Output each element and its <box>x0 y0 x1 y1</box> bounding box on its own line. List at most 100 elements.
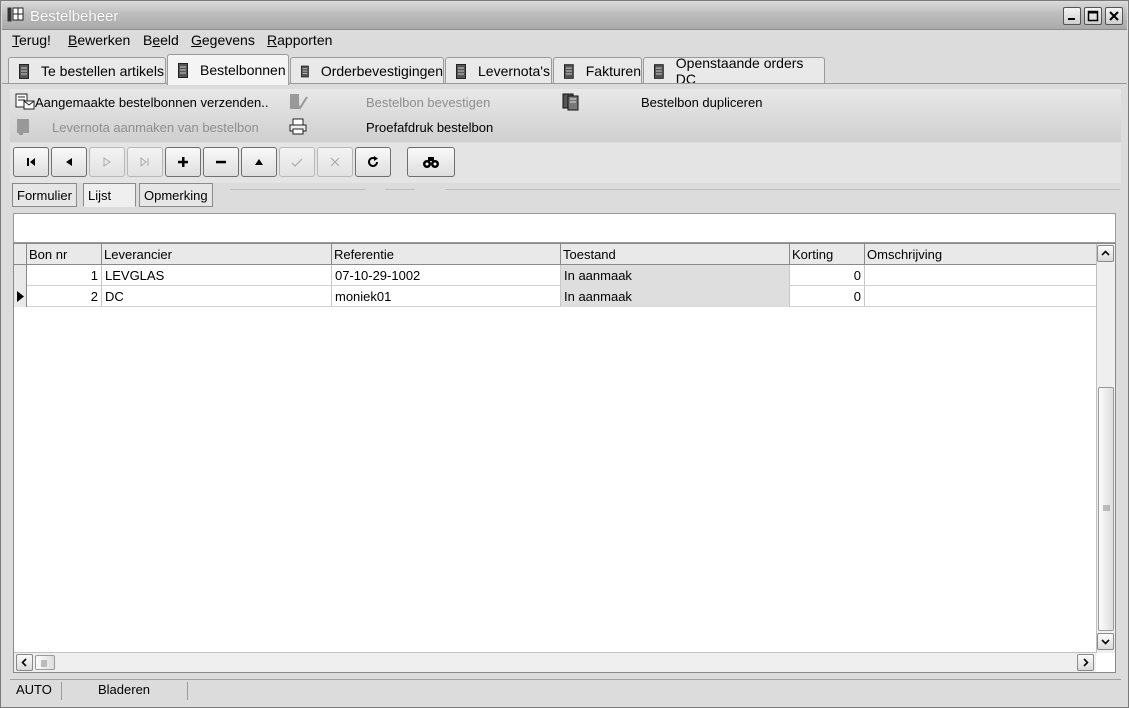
filter-input[interactable] <box>13 213 1116 243</box>
view-tab-opmerking[interactable]: Opmerking <box>139 183 213 207</box>
status-state: Bladeren <box>92 682 188 700</box>
view-tab-lijst[interactable]: Lijst <box>83 183 136 207</box>
menu-rapporten[interactable]: Rapporten <box>267 32 332 48</box>
menu-bewerken[interactable]: Bewerken <box>68 32 130 48</box>
cell-bon-nr[interactable]: 2 <box>27 286 102 307</box>
grid-header: Bon nr Leverancier Referentie Toestand K… <box>14 244 1097 265</box>
grip-icon <box>1103 505 1110 511</box>
divider <box>445 189 1120 190</box>
duplicate-order-action[interactable]: Bestelbon dupliceren <box>561 93 762 111</box>
cell-leverancier[interactable]: LEVGLAS <box>102 265 332 286</box>
tab-openstaande-orders-dc[interactable]: Openstaande orders DC <box>643 55 825 87</box>
confirm-order-action[interactable]: Bestelbon bevestigen <box>288 93 490 111</box>
view-tab-formulier[interactable]: Formulier <box>12 183 77 207</box>
document-icon <box>301 65 309 77</box>
cell-omschrijving[interactable] <box>865 286 1097 307</box>
orders-grid: Bon nr Leverancier Referentie Toestand K… <box>13 243 1116 673</box>
scroll-right-button[interactable] <box>1077 654 1094 671</box>
vertical-scrollbar[interactable] <box>1096 244 1115 653</box>
main-window: Bestelbeheer Terug! Bewerken Beeld Gegev… <box>0 0 1129 708</box>
maximize-button[interactable] <box>1084 7 1102 25</box>
action-label: Proefafdruk bestelbon <box>366 119 494 135</box>
document-icon <box>178 62 188 78</box>
prev-icon <box>66 158 72 166</box>
send-document-icon <box>15 93 35 110</box>
post-icon <box>291 158 303 167</box>
table-row[interactable]: 2 DC moniek01 In aanmaak 0 <box>14 286 1097 307</box>
tab-label: Fakturen <box>585 63 641 79</box>
create-delivery-note-action[interactable]: Levernota aanmaken van bestelbon <box>15 118 259 136</box>
grid-icon <box>7 7 24 22</box>
send-orders-action[interactable]: Aangemaakte bestelbonnen verzenden.. <box>15 93 268 111</box>
printer-icon <box>289 118 307 135</box>
scroll-down-button[interactable] <box>1097 633 1114 650</box>
menu-beeld[interactable]: Beeld <box>143 32 179 48</box>
cell-referentie[interactable]: 07-10-29-1002 <box>332 265 561 286</box>
vertical-scroll-thumb[interactable] <box>1098 387 1114 631</box>
menu-gegevens[interactable]: Gegevens <box>191 32 255 48</box>
column-header-leverancier[interactable]: Leverancier <box>102 244 332 265</box>
tab-bestelbonnen[interactable]: Bestelbonnen <box>167 54 289 85</box>
menu-terug[interactable]: Terug! <box>12 32 51 48</box>
action-label: Bestelbon dupliceren <box>641 94 763 110</box>
horizontal-scrollbar[interactable] <box>14 652 1096 672</box>
proof-print-action[interactable]: Proefafdruk bestelbon <box>288 118 493 136</box>
menu-bar: Terug! Bewerken Beeld Gegevens Rapporten <box>2 30 1127 52</box>
tab-orderbevestigingen[interactable]: Orderbevestigingen <box>290 57 444 84</box>
post-record-button[interactable] <box>279 147 315 177</box>
minimize-button[interactable] <box>1063 7 1081 25</box>
refresh-button[interactable] <box>355 147 391 177</box>
last-icon <box>140 156 149 168</box>
column-header-referentie[interactable]: Referentie <box>332 244 561 265</box>
column-header-omschrijving[interactable]: Omschrijving <box>865 244 1097 265</box>
window-title: Bestelbeheer <box>30 8 119 25</box>
first-record-button[interactable] <box>13 147 49 177</box>
last-record-button[interactable] <box>127 147 163 177</box>
close-button[interactable] <box>1105 7 1123 25</box>
cell-referentie[interactable]: moniek01 <box>332 286 561 307</box>
status-bar: AUTO Bladeren <box>10 679 1121 701</box>
view-tabs: Formulier Lijst Opmerking <box>10 183 1121 209</box>
maximize-icon <box>1087 10 1099 22</box>
scroll-left-button[interactable] <box>16 654 33 671</box>
column-header-korting[interactable]: Korting <box>790 244 865 265</box>
edit-icon <box>255 159 263 165</box>
delete-icon <box>216 160 226 164</box>
current-row-icon <box>17 291 24 302</box>
cell-leverancier[interactable]: DC <box>102 286 332 307</box>
delete-record-button[interactable] <box>203 147 239 177</box>
next-icon <box>103 157 111 167</box>
divider <box>385 189 415 190</box>
column-header-toestand[interactable]: Toestand <box>561 244 790 265</box>
document-icon <box>456 63 466 79</box>
table-row[interactable]: 1 LEVGLAS 07-10-29-1002 In aanmaak 0 <box>14 265 1097 286</box>
edit-record-button[interactable] <box>241 147 277 177</box>
record-navigator <box>10 143 1121 183</box>
tab-levernotas[interactable]: Levernota's <box>445 57 552 84</box>
tab-te-bestellen-artikels[interactable]: Te bestellen artikels <box>8 57 166 84</box>
next-record-button[interactable] <box>89 147 125 177</box>
tab-label: Orderbevestigingen <box>320 63 443 79</box>
row-indicator[interactable] <box>14 286 27 307</box>
cell-omschrijving[interactable] <box>865 265 1097 286</box>
cell-toestand[interactable]: In aanmaak <box>561 265 790 286</box>
title-bar[interactable]: Bestelbeheer <box>2 2 1127 30</box>
prev-record-button[interactable] <box>51 147 87 177</box>
insert-record-button[interactable] <box>165 147 201 177</box>
column-header-bon-nr[interactable]: Bon nr <box>27 244 102 265</box>
action-label: Aangemaakte bestelbonnen verzenden.. <box>35 94 269 110</box>
divider <box>230 189 365 190</box>
cell-toestand[interactable]: In aanmaak <box>561 286 790 307</box>
cell-korting[interactable]: 0 <box>790 265 865 286</box>
tab-fakturen[interactable]: Fakturen <box>553 57 642 84</box>
tab-label: Levernota's <box>478 63 550 79</box>
horizontal-scroll-thumb[interactable] <box>35 655 55 670</box>
cell-bon-nr[interactable]: 1 <box>27 265 102 286</box>
action-label: Bestelbon bevestigen <box>366 94 491 110</box>
row-indicator[interactable] <box>14 265 27 286</box>
cancel-record-button[interactable] <box>317 147 353 177</box>
find-button[interactable] <box>407 147 455 177</box>
scroll-up-button[interactable] <box>1097 245 1114 262</box>
cell-korting[interactable]: 0 <box>790 286 865 307</box>
tab-label: Bestelbonnen <box>200 62 286 78</box>
